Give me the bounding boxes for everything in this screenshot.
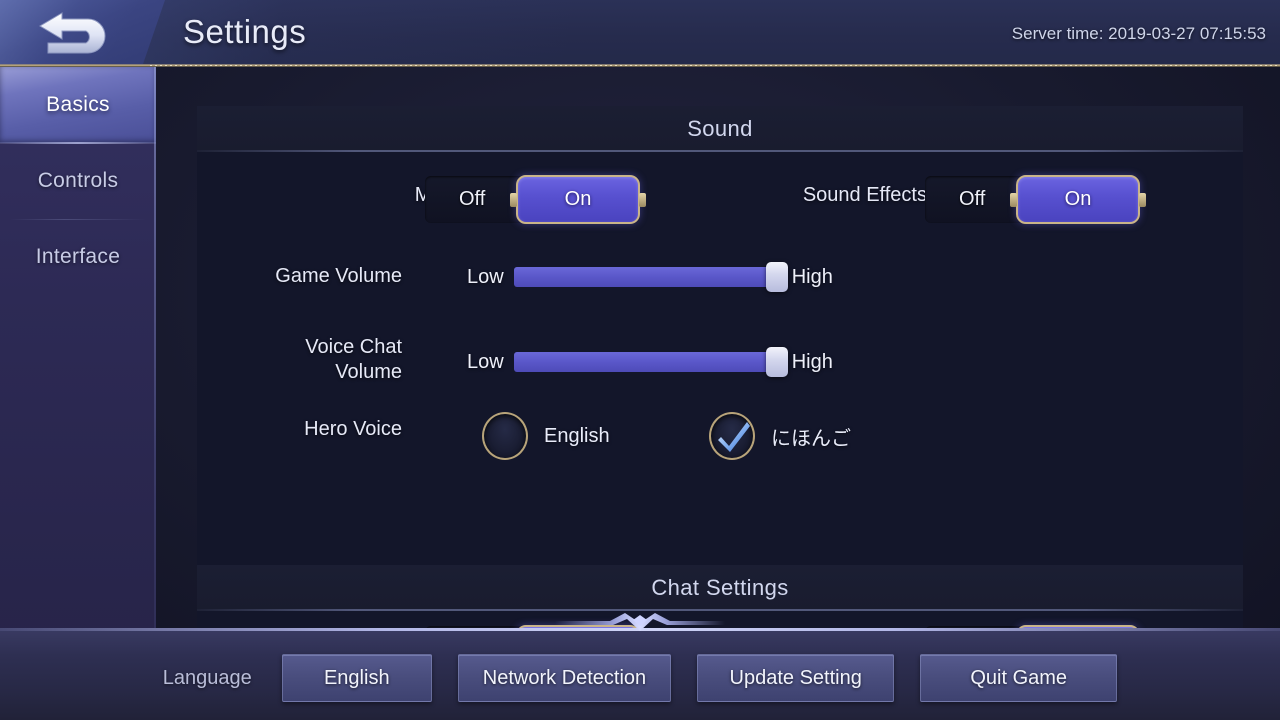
hero-voice-option-japanese[interactable]: にほんご: [709, 412, 851, 460]
game-volume-low-label: Low: [467, 265, 504, 288]
sound-effects-label: Sound Effects: [802, 184, 927, 206]
section-body-sound: Music Off On Sound Effects Off On Game V…: [197, 152, 1243, 565]
server-time-label: Server time: 2019-03-27 07:15:53: [1011, 24, 1266, 43]
sidebar-item-label: Interface: [35, 245, 121, 268]
music-toggle-off-label[interactable]: Off: [459, 188, 485, 211]
header-divider-highlight: [150, 65, 1280, 66]
quit-game-button[interactable]: Quit Game: [920, 654, 1118, 702]
voice-chat-volume-fill: [513, 352, 782, 372]
sound-effects-toggle-on-label[interactable]: On: [1010, 175, 1146, 224]
settings-screen: Settings Server time: 2019-03-27 07:15:5…: [0, 0, 1280, 720]
sidebar: Basics Controls Interface: [0, 67, 156, 720]
section-title: Chat Settings: [651, 575, 789, 600]
hero-voice-option-label: にほんご: [771, 427, 851, 450]
sound-effects-toggle[interactable]: Off On: [925, 175, 1146, 224]
hero-voice-option-label: English: [544, 424, 610, 447]
update-setting-button[interactable]: Update Setting: [697, 654, 895, 702]
network-detection-button[interactable]: Network Detection: [457, 654, 672, 702]
top-header-bar: Settings Server time: 2019-03-27 07:15:5…: [0, 0, 1280, 67]
section-header-sound: Sound: [197, 106, 1243, 152]
voice-chat-volume-high-label: High: [791, 350, 833, 373]
voice-chat-volume-track[interactable]: [513, 347, 788, 377]
sidebar-item-basics[interactable]: Basics: [0, 67, 156, 144]
back-button[interactable]: [0, 0, 165, 64]
hero-voice-label: Hero Voice: [304, 418, 402, 440]
bottom-bar: Language English Network Detection Updat…: [0, 613, 1280, 720]
game-volume-slider[interactable]: Low High: [467, 259, 833, 295]
checkmark-icon: [717, 420, 751, 454]
hero-voice-option-english[interactable]: English: [482, 412, 610, 460]
page-title: Settings: [183, 13, 307, 50]
row-game-volume: Game Volume Low High: [197, 242, 1243, 320]
ornament-icon: [555, 605, 725, 635]
sound-effects-toggle-off-label[interactable]: Off: [959, 188, 985, 211]
section-title: Sound: [687, 116, 753, 141]
back-arrow-icon: [38, 9, 116, 55]
game-volume-label: Game Volume: [275, 265, 402, 287]
game-volume-high-label: High: [791, 265, 833, 288]
radio-checked-icon[interactable]: [709, 412, 755, 460]
sidebar-item-label: Controls: [37, 169, 119, 192]
voice-chat-volume-thumb[interactable]: [765, 347, 788, 377]
voice-chat-volume-slider[interactable]: Low High: [467, 344, 833, 380]
row-hero-voice: Hero Voice English にほんご: [197, 402, 1243, 492]
row-voice-chat-volume: Voice Chat Volume Low High: [197, 320, 1243, 402]
sidebar-item-label: Basics: [46, 93, 110, 116]
game-volume-track[interactable]: [513, 262, 788, 292]
voice-chat-volume-low-label: Low: [467, 350, 504, 373]
settings-panel: Sound Music Off On Sound Effects Off On …: [197, 106, 1243, 628]
bottom-bar-controls: Language English Network Detection Updat…: [0, 648, 1280, 708]
language-button[interactable]: English: [281, 654, 432, 702]
sidebar-item-controls[interactable]: Controls: [0, 143, 156, 219]
language-label: Language: [162, 666, 252, 689]
sidebar-item-interface[interactable]: Interface: [0, 219, 156, 295]
game-volume-thumb[interactable]: [765, 262, 788, 292]
row-music-sound-effects: Music Off On Sound Effects Off On: [197, 152, 1243, 242]
radio-unchecked-icon[interactable]: [482, 412, 528, 460]
voice-chat-volume-label: Voice Chat Volume: [305, 336, 402, 383]
game-volume-fill: [513, 267, 782, 287]
